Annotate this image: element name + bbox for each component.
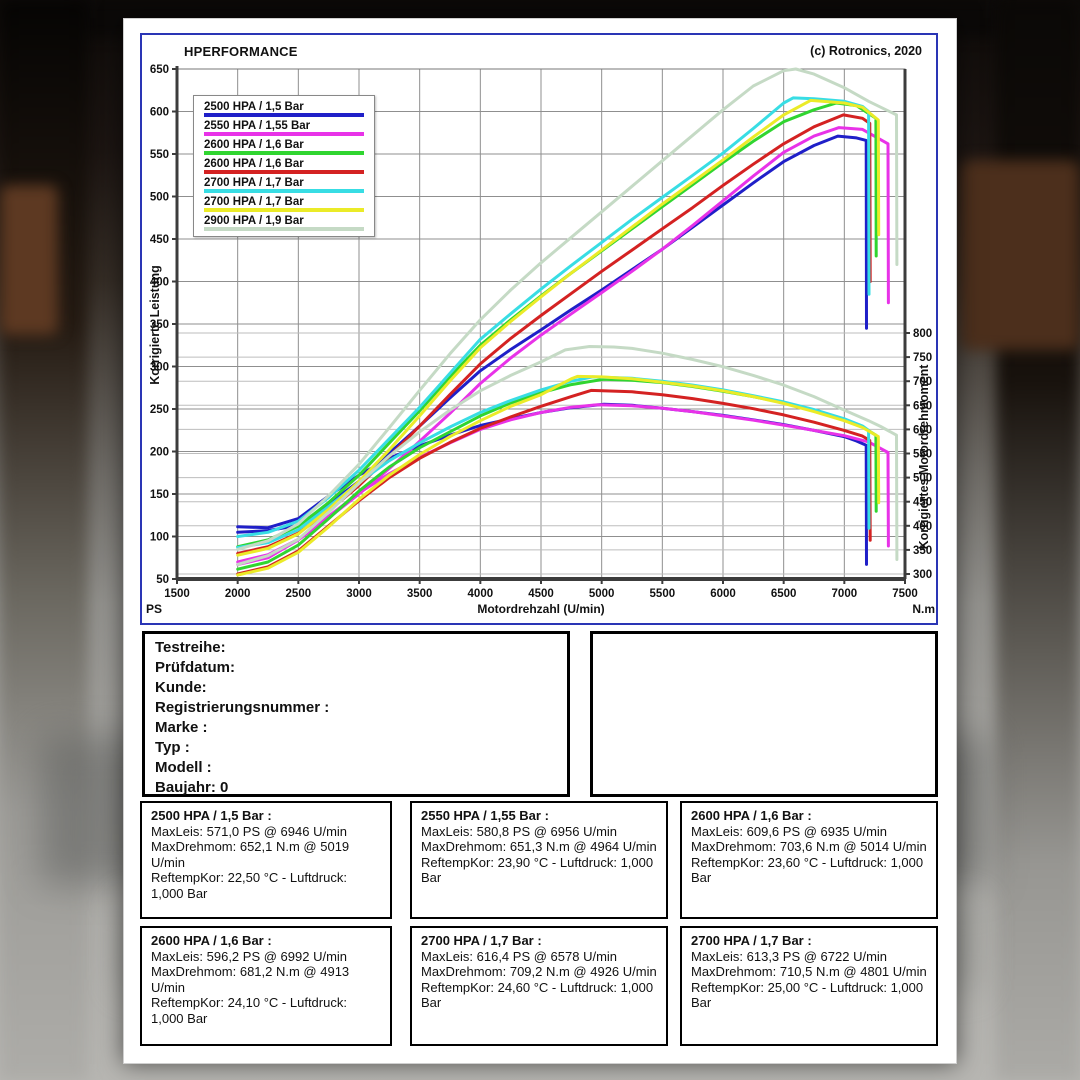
result-box: 2600 HPA / 1,6 Bar :MaxLeis: 609,6 PS @ … — [680, 801, 938, 919]
chart-legend: 2500 HPA / 1,5 Bar 2550 HPA / 1,55 Bar 260… — [193, 95, 375, 237]
info-line: Baujahr: 0 — [155, 778, 557, 798]
svg-text:1500: 1500 — [164, 588, 190, 600]
legend-color-bar — [204, 208, 364, 212]
legend-item: 2700 HPA / 1,7 Bar — [194, 176, 374, 195]
legend-item: 2700 HPA / 1,7 Bar — [194, 195, 374, 214]
chart-title: HPERFORMANCE — [184, 44, 298, 59]
legend-item: 2600 HPA / 1,6 Bar — [194, 138, 374, 157]
result-line: MaxDrehmom: 709,2 N.m @ 4926 U/min — [421, 964, 657, 980]
svg-text:150: 150 — [150, 489, 169, 501]
legend-color-bar — [204, 113, 364, 117]
background-left-pillar — [0, 0, 88, 1080]
svg-text:50: 50 — [156, 574, 169, 586]
result-line: ReftempKor: 23,60 °C - Luftdruck: 1,000 … — [691, 855, 927, 886]
result-box: 2700 HPA / 1,7 Bar :MaxLeis: 613,3 PS @ … — [680, 926, 938, 1046]
result-line: ReftempKor: 23,90 °C - Luftdruck: 1,000 … — [421, 855, 657, 886]
result-title: 2600 HPA / 1,6 Bar : — [691, 808, 927, 824]
legend-color-bar — [204, 151, 364, 155]
legend-item: 2600 HPA / 1,6 Bar — [194, 157, 374, 176]
result-line: MaxDrehmom: 703,6 N.m @ 5014 U/min — [691, 839, 927, 855]
result-line: ReftempKor: 25,00 °C - Luftdruck: 1,000 … — [691, 980, 927, 1011]
copyright-label: (c) Rotronics, 2020 — [810, 44, 922, 58]
legend-label: 2550 HPA / 1,55 Bar — [204, 120, 364, 132]
legend-item: 2550 HPA / 1,55 Bar — [194, 119, 374, 138]
result-line: MaxDrehmom: 710,5 N.m @ 4801 U/min — [691, 964, 927, 980]
dyno-chart-frame: HPERFORMANCE (c) Rotronics, 2020 50 100 15… — [140, 33, 938, 625]
svg-text:Motordrehzahl (U/min): Motordrehzahl (U/min) — [477, 602, 604, 616]
result-box: 2700 HPA / 1,7 Bar :MaxLeis: 616,4 PS @ … — [410, 926, 668, 1046]
legend-item: 2900 HPA / 1,9 Bar — [194, 214, 374, 233]
background-right-chair — [960, 160, 1080, 350]
legend-color-bar — [204, 132, 364, 136]
svg-text:6500: 6500 — [771, 588, 797, 600]
result-line: MaxLeis: 613,3 PS @ 6722 U/min — [691, 949, 927, 965]
result-line: MaxLeis: 596,2 PS @ 6992 U/min — [151, 949, 381, 965]
empty-info-box — [590, 631, 938, 797]
legend-label: 2700 HPA / 1,7 Bar — [204, 196, 364, 208]
info-line: Modell : — [155, 758, 557, 778]
legend-color-bar — [204, 189, 364, 193]
svg-text:3000: 3000 — [346, 588, 372, 600]
svg-text:7000: 7000 — [832, 588, 858, 600]
svg-text:4000: 4000 — [468, 588, 494, 600]
legend-label: 2500 HPA / 1,5 Bar — [204, 101, 364, 113]
svg-text:6000: 6000 — [710, 588, 736, 600]
info-line: Kunde: — [155, 678, 557, 698]
left-axis-title: Korrigierte Leistung — [148, 175, 164, 475]
info-line: Testreihe: — [155, 638, 557, 658]
svg-text:7500: 7500 — [892, 588, 918, 600]
result-box: 2550 HPA / 1,55 Bar :MaxLeis: 580,8 PS @… — [410, 801, 668, 919]
info-line: Registrierungsnummer : — [155, 698, 557, 718]
legend-label: 2600 HPA / 1,6 Bar — [204, 139, 364, 151]
result-line: MaxLeis: 580,8 PS @ 6956 U/min — [421, 824, 657, 840]
svg-text:3500: 3500 — [407, 588, 433, 600]
svg-text:4500: 4500 — [528, 588, 554, 600]
result-title: 2500 HPA / 1,5 Bar : — [151, 808, 381, 824]
info-line: Prüfdatum: — [155, 658, 557, 678]
result-title: 2600 HPA / 1,6 Bar : — [151, 933, 381, 949]
dyno-report-page: HPERFORMANCE (c) Rotronics, 2020 50 100 15… — [123, 18, 957, 1064]
legend-label: 2700 HPA / 1,7 Bar — [204, 177, 364, 189]
right-axis-title: Korrigiertes Motordrehmoment — [917, 292, 933, 622]
legend-color-bar — [204, 170, 364, 174]
svg-text:550: 550 — [150, 149, 169, 161]
result-line: MaxDrehmom: 652,1 N.m @ 5019 U/min — [151, 839, 381, 870]
svg-text:650: 650 — [150, 64, 169, 76]
legend-label: 2600 HPA / 1,6 Bar — [204, 158, 364, 170]
result-box: 2500 HPA / 1,5 Bar :MaxLeis: 571,0 PS @ … — [140, 801, 392, 919]
result-box: 2600 HPA / 1,6 Bar :MaxLeis: 596,2 PS @ … — [140, 926, 392, 1046]
svg-text:2000: 2000 — [225, 588, 251, 600]
result-line: MaxDrehmom: 681,2 N.m @ 4913 U/min — [151, 964, 381, 995]
svg-text:5000: 5000 — [589, 588, 615, 600]
svg-text:PS: PS — [146, 602, 162, 616]
result-title: 2550 HPA / 1,55 Bar : — [421, 808, 657, 824]
result-line: ReftempKor: 22,50 °C - Luftdruck: 1,000 … — [151, 870, 381, 901]
svg-text:2500: 2500 — [286, 588, 312, 600]
result-line: MaxLeis: 609,6 PS @ 6935 U/min — [691, 824, 927, 840]
result-line: ReftempKor: 24,10 °C - Luftdruck: 1,000 … — [151, 995, 381, 1026]
svg-text:100: 100 — [150, 532, 169, 544]
result-line: MaxLeis: 616,4 PS @ 6578 U/min — [421, 949, 657, 965]
result-title: 2700 HPA / 1,7 Bar : — [421, 933, 657, 949]
legend-label: 2900 HPA / 1,9 Bar — [204, 215, 364, 227]
info-line: Marke : — [155, 718, 557, 738]
background-left-chair — [0, 185, 58, 335]
result-line: ReftempKor: 24,60 °C - Luftdruck: 1,000 … — [421, 980, 657, 1011]
svg-text:600: 600 — [150, 107, 169, 119]
result-line: MaxDrehmom: 651,3 N.m @ 4964 U/min — [421, 839, 657, 855]
test-info-box: Testreihe:Prüfdatum:Kunde:Registrierungs… — [142, 631, 570, 797]
legend-color-bar — [204, 227, 364, 231]
svg-text:5500: 5500 — [650, 588, 676, 600]
result-line: MaxLeis: 571,0 PS @ 6946 U/min — [151, 824, 381, 840]
legend-item: 2500 HPA / 1,5 Bar — [194, 100, 374, 119]
result-title: 2700 HPA / 1,7 Bar : — [691, 933, 927, 949]
info-line: Typ : — [155, 738, 557, 758]
